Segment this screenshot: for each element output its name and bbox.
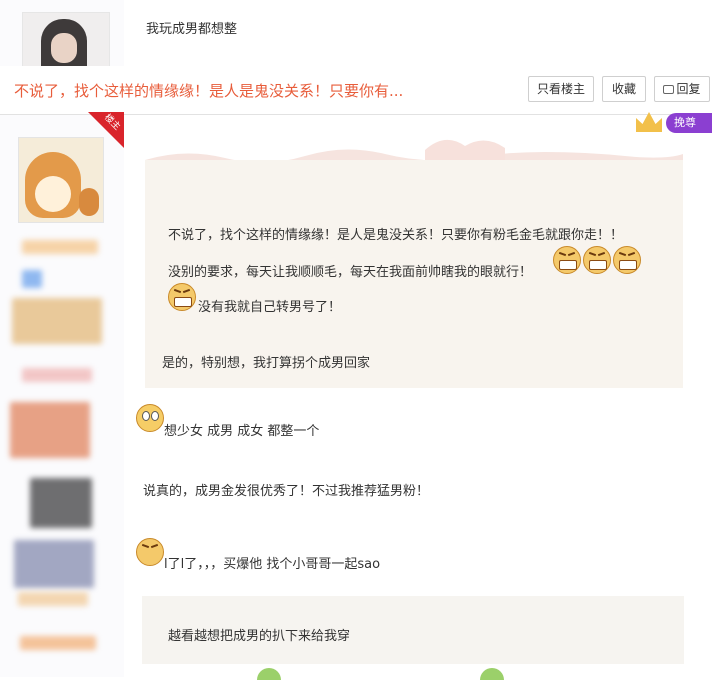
post-line-2: 没别的要求，每天让我顺顺毛，每天在我面前帅瞎我的眼就行！	[168, 265, 533, 280]
reply-text: l了l了，，，买爆他 找个小哥哥一起sao	[164, 557, 381, 572]
surprised-face-icon	[136, 404, 164, 432]
reply-text: 我玩成男都想整	[146, 22, 238, 37]
angry-face-icon	[553, 246, 581, 274]
user-icon-blur	[22, 270, 42, 288]
reply-button-label: 回复	[676, 82, 701, 96]
reply-text: 是的，特别想，我打算拐个成男回家	[162, 356, 371, 371]
user-level-badge	[18, 592, 88, 606]
angry-face-icon	[168, 283, 196, 311]
post-line-1: 不说了，找个这样的情缘缘！是人是鬼没关系！只要你有粉毛金毛就跟你走！！	[168, 228, 624, 243]
reply-text: 想少女 成男 成女 都整一个	[164, 424, 320, 439]
promo-badge-label: 挽尊	[666, 113, 712, 133]
promo-badge[interactable]: 挽尊	[632, 110, 712, 136]
reply-text: 越看越想把成男的扒下来给我穿	[168, 629, 351, 644]
only-owner-button[interactable]: 只看楼主	[528, 76, 594, 102]
comment-icon	[663, 85, 675, 94]
angry-face-icon	[136, 538, 164, 566]
owner-avatar[interactable]	[18, 137, 104, 223]
angry-face-icon	[583, 246, 611, 274]
user-level-badge	[22, 240, 98, 254]
reply-button[interactable]: 回复	[654, 76, 710, 102]
user-avatar-blur[interactable]	[10, 402, 90, 458]
thread-title: 不说了，找个这样的情缘缘！是人是鬼没关系！只要你有...	[14, 82, 404, 100]
angry-face-icon	[613, 246, 641, 274]
user-level-badge	[20, 636, 96, 650]
favorite-button[interactable]: 收藏	[602, 76, 646, 102]
owner-ribbon: 楼主	[88, 112, 124, 148]
emoji-icon	[257, 668, 281, 680]
emoji-icon	[480, 668, 504, 680]
user-avatar-blur[interactable]	[30, 478, 92, 528]
crown-icon	[636, 112, 662, 132]
user-avatar-blur[interactable]	[12, 298, 102, 344]
post-line-3: 没有我就自己转男号了！	[198, 300, 342, 315]
user-avatar-blur[interactable]	[14, 540, 94, 588]
user-level-badge	[22, 368, 92, 382]
reply-text: 说真的，成男金发很优秀了！不过我推荐猛男粉！	[143, 484, 430, 499]
